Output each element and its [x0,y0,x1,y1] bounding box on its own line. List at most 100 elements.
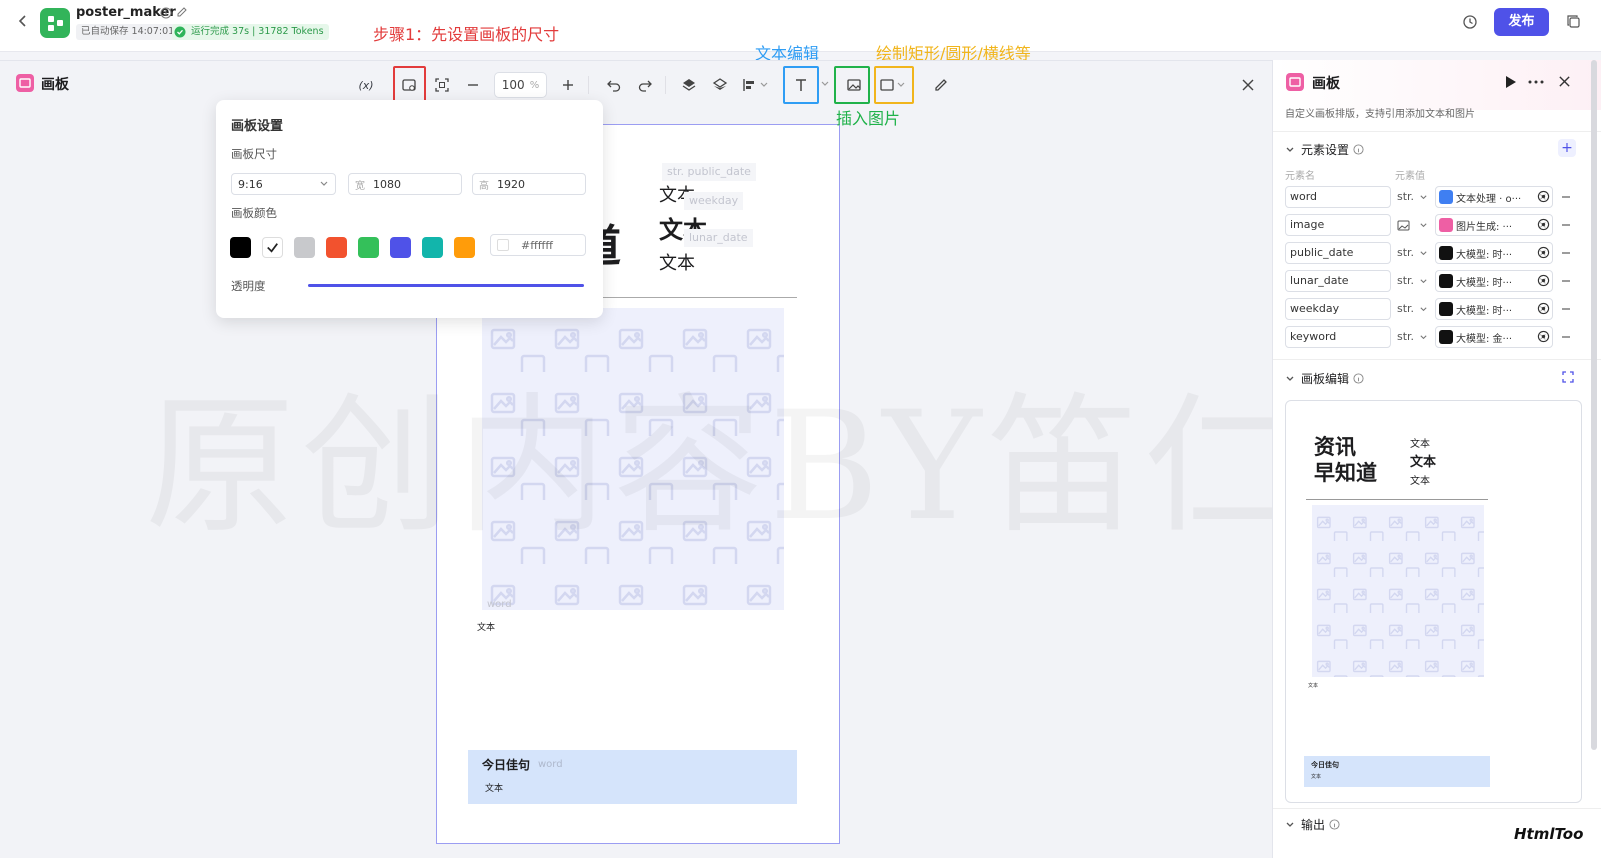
preview-title-line1: 资讯 [1314,435,1356,459]
canvas-edit-section-header[interactable]: 画板编辑 [1285,370,1364,387]
remove-icon[interactable] [1561,248,1571,258]
back-icon[interactable] [16,14,30,28]
watermark: 原创内容BY笛仁杰 [145,345,1456,562]
edit-name-icon[interactable] [176,6,188,18]
element-value-ref[interactable]: 大模型: 金···× [1435,326,1553,348]
divider [1273,359,1601,360]
element-value-text: 大模型: 时··· [1456,277,1513,289]
element-name-input[interactable]: keyword [1285,326,1391,348]
element-type-select[interactable]: str. [1397,298,1430,320]
color-swatch[interactable] [294,237,315,258]
divider [588,76,589,94]
output-section-header[interactable]: 输出 [1285,816,1340,833]
more-icon[interactable] [1528,80,1544,84]
text-tool-dropdown-icon[interactable] [820,79,830,89]
publish-button[interactable]: 发布 [1494,8,1549,36]
divider [1273,131,1601,132]
element-row: word str. 文本处理 · o···× [1285,186,1575,208]
element-type-select[interactable]: str. [1397,326,1430,348]
target-icon[interactable] [1537,218,1550,231]
redo-button[interactable] [634,74,656,96]
variable-button[interactable]: (x) [355,74,377,96]
color-swatch[interactable] [422,237,443,258]
element-type-select[interactable]: str. [1397,186,1430,208]
chevron-down-icon [320,181,328,186]
minus-icon [468,84,478,86]
element-name-input[interactable]: image [1285,214,1391,236]
align-button[interactable] [740,74,774,96]
zoom-out-button[interactable] [462,74,484,96]
ratio-select[interactable]: 9:16 [231,173,336,195]
close-icon[interactable] [1558,75,1571,88]
run-icon[interactable] [1505,75,1517,89]
target-icon[interactable] [1537,190,1550,203]
opacity-slider[interactable] [308,284,584,287]
highlight-image-tool [834,66,870,104]
divider [1273,808,1601,809]
canvas-text-3[interactable]: 文本 [659,249,695,275]
target-icon[interactable] [1537,246,1550,259]
element-value-ref[interactable]: 图片生成: ···× [1435,214,1553,236]
canvas-caption[interactable]: 文本 [477,620,495,633]
color-swatch[interactable] [358,237,379,258]
element-type-select[interactable] [1397,214,1430,236]
check-circle-icon [174,26,186,38]
type-text: str. [1397,330,1415,343]
height-label: 高 [479,180,489,192]
fit-screen-button[interactable] [431,74,453,96]
chevron-down-icon [1420,335,1427,340]
quote-box[interactable]: 今日佳句 word 文本 [468,750,797,804]
zoom-in-button[interactable] [557,74,579,96]
undo-button[interactable] [603,74,625,96]
hex-input[interactable]: #ffffff [490,234,586,256]
element-type-select[interactable]: str. [1397,270,1430,292]
element-row: weekday str. 大模型: 时···× [1285,298,1575,320]
remove-icon[interactable] [1561,332,1571,342]
color-swatch-white-selected[interactable] [262,237,283,258]
color-swatch[interactable] [390,237,411,258]
add-element-button[interactable]: + [1558,139,1576,157]
quote-title: 今日佳句 [482,758,531,772]
image-word-tag: word [487,599,512,610]
element-value-ref[interactable]: 大模型: 时···× [1435,270,1553,292]
hex-swatch [497,239,509,251]
element-name-input[interactable]: lunar_date [1285,270,1391,292]
element-value-ref[interactable]: 大模型: 时···× [1435,298,1553,320]
remove-icon[interactable] [1561,192,1571,202]
element-name-input[interactable]: weekday [1285,298,1391,320]
redo-icon [638,80,652,92]
color-swatch[interactable] [326,237,347,258]
remove-icon[interactable] [1561,304,1571,314]
close-editor-button[interactable] [1237,74,1259,96]
canvas-preview[interactable]: 资讯 早知道 文本 文本 文本 文本 今日佳句 文本 [1285,400,1582,803]
element-value-text: 大模型: 时··· [1456,305,1513,317]
expand-icon[interactable] [1562,371,1574,383]
send-backward-button[interactable] [709,74,731,96]
panel-scrollbar[interactable] [1591,60,1597,750]
elements-section-header[interactable]: 元素设置 [1285,141,1364,158]
info-icon [1353,144,1364,155]
target-icon[interactable] [1537,302,1550,315]
height-input[interactable]: 高 1920 [472,173,586,195]
remove-icon[interactable] [1561,220,1571,230]
quote-text: 文本 [485,784,504,794]
pen-tool-button[interactable] [930,74,952,96]
history-icon[interactable] [1462,14,1478,30]
remove-icon[interactable] [1561,276,1571,286]
element-value-ref[interactable]: 文本处理 · o···× [1435,186,1553,208]
element-name-input[interactable]: public_date [1285,242,1391,264]
element-row: public_date str. 大模型: 时···× [1285,242,1575,264]
width-input[interactable]: 宽 1080 [348,173,462,195]
close-icon [1242,79,1254,91]
color-swatch[interactable] [454,237,475,258]
element-type-select[interactable]: str. [1397,242,1430,264]
element-name-input[interactable]: word [1285,186,1391,208]
target-icon[interactable] [1537,330,1550,343]
color-swatch[interactable] [230,237,251,258]
target-icon[interactable] [1537,274,1550,287]
copy-icon[interactable] [1566,14,1582,30]
bring-forward-button[interactable] [678,74,700,96]
info-icon[interactable] [160,7,172,19]
zoom-input[interactable]: 100 % [494,72,547,98]
element-value-ref[interactable]: 大模型: 时···× [1435,242,1553,264]
